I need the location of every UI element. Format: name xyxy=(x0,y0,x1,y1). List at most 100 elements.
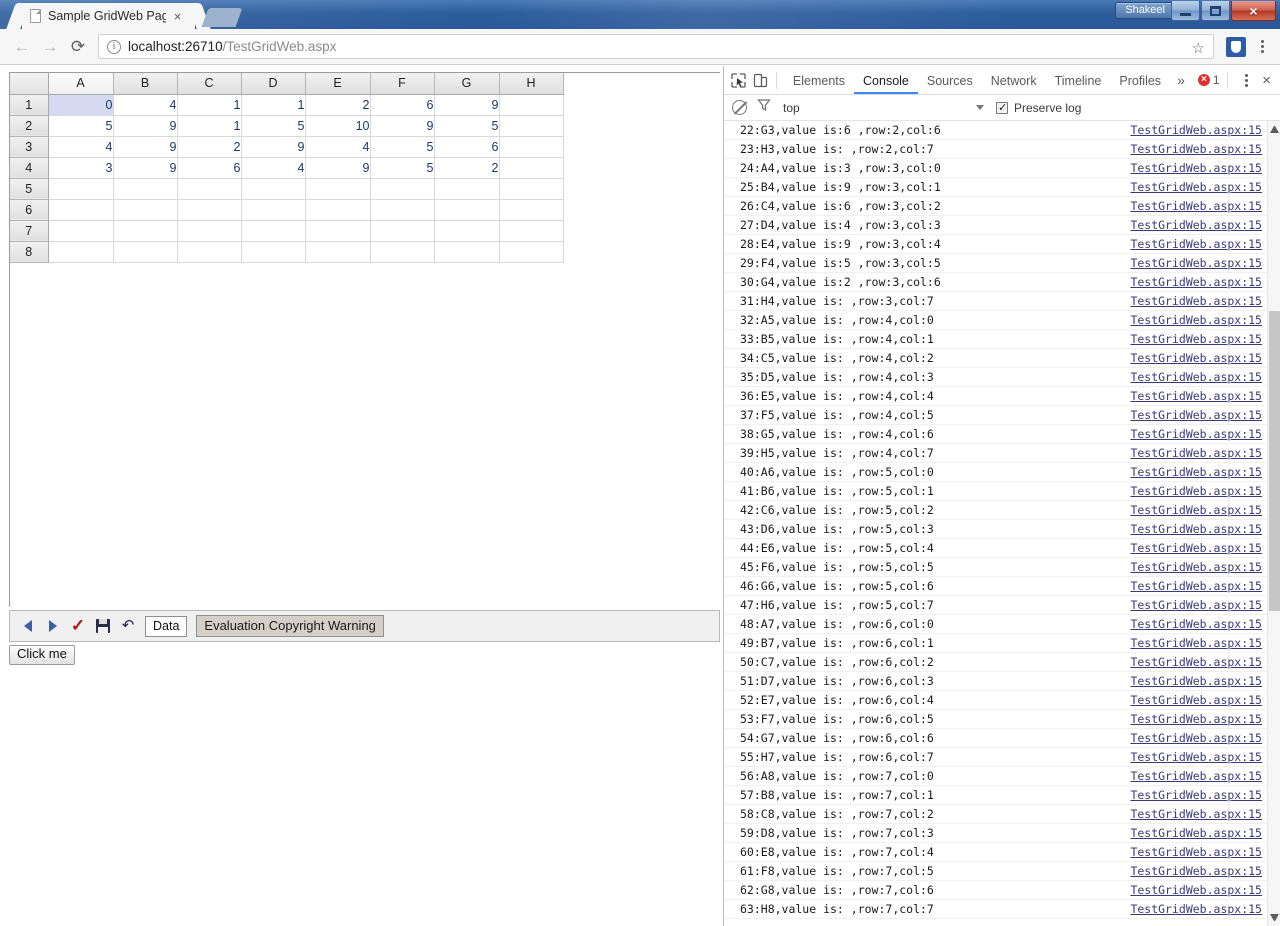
devtools-tab-sources[interactable]: Sources xyxy=(918,66,982,94)
console-log-entry[interactable]: 54:G7,value is: ,row:6,col:6 TestGridWeb.… xyxy=(724,729,1280,748)
log-source-link[interactable]: TestGridWeb.aspx:15 xyxy=(1130,463,1262,482)
back-button[interactable]: ← xyxy=(8,33,36,61)
log-source-link[interactable]: TestGridWeb.aspx:15 xyxy=(1130,900,1262,919)
cell-a2[interactable]: 5 xyxy=(48,115,114,137)
cell-h8[interactable] xyxy=(499,241,564,263)
log-source-link[interactable]: TestGridWeb.aspx:15 xyxy=(1130,349,1262,368)
cell-h2[interactable] xyxy=(499,115,564,137)
cell-d8[interactable] xyxy=(241,241,306,263)
console-log-entry[interactable]: 35:D5,value is: ,row:4,col:3 TestGridWeb.… xyxy=(724,368,1280,387)
cell-g5[interactable] xyxy=(434,178,500,200)
new-tab-button[interactable] xyxy=(201,8,243,27)
cell-h1[interactable] xyxy=(499,94,564,116)
column-header-d[interactable]: D xyxy=(241,73,306,95)
cell-c4[interactable]: 6 xyxy=(177,157,242,179)
log-source-link[interactable]: TestGridWeb.aspx:15 xyxy=(1130,159,1262,178)
log-source-link[interactable]: TestGridWeb.aspx:15 xyxy=(1130,843,1262,862)
cell-g6[interactable] xyxy=(434,199,500,221)
console-log-entry[interactable]: 34:C5,value is: ,row:4,col:2 TestGridWeb.… xyxy=(724,349,1280,368)
console-log-entry[interactable]: 45:F6,value is: ,row:5,col:5 TestGridWeb.… xyxy=(724,558,1280,577)
cell-a6[interactable] xyxy=(48,199,114,221)
cell-d6[interactable] xyxy=(241,199,306,221)
log-source-link[interactable]: TestGridWeb.aspx:15 xyxy=(1130,330,1262,349)
console-log-entry[interactable]: 53:F7,value is: ,row:6,col:5 TestGridWeb.… xyxy=(724,710,1280,729)
cell-b2[interactable]: 9 xyxy=(113,115,178,137)
cell-g3[interactable]: 6 xyxy=(434,136,500,158)
log-source-link[interactable]: TestGridWeb.aspx:15 xyxy=(1130,425,1262,444)
log-source-link[interactable]: TestGridWeb.aspx:15 xyxy=(1130,862,1262,881)
browser-tab[interactable]: Sample GridWeb Page × xyxy=(22,3,195,29)
cell-d1[interactable]: 1 xyxy=(241,94,306,116)
console-log-entry[interactable]: 41:B6,value is: ,row:5,col:1 TestGridWeb.… xyxy=(724,482,1280,501)
log-source-link[interactable]: TestGridWeb.aspx:15 xyxy=(1130,216,1262,235)
console-log-entry[interactable]: 30:G4,value is:2 ,row:3,col:6 TestGridWeb… xyxy=(724,273,1280,292)
column-header-c[interactable]: C xyxy=(177,73,242,95)
console-log-entry[interactable]: 52:E7,value is: ,row:6,col:4 TestGridWeb.… xyxy=(724,691,1280,710)
device-toolbar-icon[interactable] xyxy=(753,68,770,92)
log-source-link[interactable]: TestGridWeb.aspx:15 xyxy=(1130,273,1262,292)
log-source-link[interactable]: TestGridWeb.aspx:15 xyxy=(1130,501,1262,520)
console-log-entry[interactable]: 43:D6,value is: ,row:5,col:3 TestGridWeb.… xyxy=(724,520,1280,539)
minimize-button[interactable] xyxy=(1171,1,1200,21)
console-log-entry[interactable]: 46:G6,value is: ,row:5,col:6 TestGridWeb.… xyxy=(724,577,1280,596)
cell-e1[interactable]: 2 xyxy=(305,94,371,116)
console-log-entry[interactable]: 36:E5,value is: ,row:4,col:4 TestGridWeb.… xyxy=(724,387,1280,406)
log-source-link[interactable]: TestGridWeb.aspx:15 xyxy=(1130,121,1262,140)
log-source-link[interactable]: TestGridWeb.aspx:15 xyxy=(1130,311,1262,330)
log-source-link[interactable]: TestGridWeb.aspx:15 xyxy=(1130,634,1262,653)
log-source-link[interactable]: TestGridWeb.aspx:15 xyxy=(1130,520,1262,539)
row-header-5[interactable]: 5 xyxy=(10,178,49,200)
console-log-entry[interactable]: 51:D7,value is: ,row:6,col:3 TestGridWeb.… xyxy=(724,672,1280,691)
evaluation-copyright-warning-button[interactable]: Evaluation Copyright Warning xyxy=(196,615,384,637)
log-source-link[interactable]: TestGridWeb.aspx:15 xyxy=(1130,539,1262,558)
console-log-entry[interactable]: 22:G3,value is:6 ,row:2,col:6 TestGridWeb… xyxy=(724,121,1280,140)
cell-f6[interactable] xyxy=(370,199,435,221)
cell-b3[interactable]: 9 xyxy=(113,136,178,158)
preserve-log-checkbox[interactable] xyxy=(996,101,1008,114)
log-source-link[interactable]: TestGridWeb.aspx:15 xyxy=(1130,178,1262,197)
click-me-button[interactable]: Click me xyxy=(9,645,75,665)
close-window-button[interactable]: × xyxy=(1231,1,1276,21)
console-log-entry[interactable]: 25:B4,value is:9 ,row:3,col:1 TestGridWeb… xyxy=(724,178,1280,197)
cell-c3[interactable]: 2 xyxy=(177,136,242,158)
cell-h6[interactable] xyxy=(499,199,564,221)
cell-f5[interactable] xyxy=(370,178,435,200)
column-header-f[interactable]: F xyxy=(370,73,435,95)
cell-b7[interactable] xyxy=(113,220,178,242)
column-header-a[interactable]: A xyxy=(48,73,114,95)
clear-console-icon[interactable] xyxy=(732,100,747,115)
cell-g2[interactable]: 5 xyxy=(434,115,500,137)
devtools-tab-network[interactable]: Network xyxy=(982,66,1046,94)
log-source-link[interactable]: TestGridWeb.aspx:15 xyxy=(1130,444,1262,463)
cell-d7[interactable] xyxy=(241,220,306,242)
cell-b4[interactable]: 9 xyxy=(113,157,178,179)
error-count-badge[interactable]: × 1 xyxy=(1197,73,1220,87)
cell-b5[interactable] xyxy=(113,178,178,200)
filter-icon[interactable] xyxy=(757,98,771,117)
previous-sheet-button[interactable] xyxy=(20,617,36,635)
console-log-entry[interactable]: 59:D8,value is: ,row:7,col:3 TestGridWeb.… xyxy=(724,824,1280,843)
console-log-entry[interactable]: 31:H4,value is: ,row:3,col:7 TestGridWeb.… xyxy=(724,292,1280,311)
submit-button[interactable]: ✓ xyxy=(70,617,86,635)
close-devtools-icon[interactable]: × xyxy=(1253,72,1280,89)
console-log-entry[interactable]: 47:H6,value is: ,row:5,col:7 TestGridWeb.… xyxy=(724,596,1280,615)
cell-d3[interactable]: 9 xyxy=(241,136,306,158)
console-log-entry[interactable]: 32:A5,value is: ,row:4,col:0 TestGridWeb.… xyxy=(724,311,1280,330)
log-source-link[interactable]: TestGridWeb.aspx:15 xyxy=(1130,292,1262,311)
console-log-entry[interactable]: 48:A7,value is: ,row:6,col:0 TestGridWeb.… xyxy=(724,615,1280,634)
console-log-entry[interactable]: 62:G8,value is: ,row:7,col:6 TestGridWeb.… xyxy=(724,881,1280,900)
console-log-entry[interactable]: 29:F4,value is:5 ,row:3,col:5 TestGridWeb… xyxy=(724,254,1280,273)
console-log-entry[interactable]: 60:E8,value is: ,row:7,col:4 TestGridWeb.… xyxy=(724,843,1280,862)
cell-c2[interactable]: 1 xyxy=(177,115,242,137)
devtools-tab-profiles[interactable]: Profiles xyxy=(1110,66,1170,94)
log-source-link[interactable]: TestGridWeb.aspx:15 xyxy=(1130,691,1262,710)
user-profile-button[interactable]: Shakeel xyxy=(1115,2,1175,19)
row-header-8[interactable]: 8 xyxy=(10,241,49,263)
cell-a4[interactable]: 3 xyxy=(48,157,114,179)
cell-e5[interactable] xyxy=(305,178,371,200)
row-header-4[interactable]: 4 xyxy=(10,157,49,179)
column-header-h[interactable]: H xyxy=(499,73,564,95)
select-all-corner[interactable] xyxy=(10,73,49,95)
console-log-entry[interactable]: 49:B7,value is: ,row:6,col:1 TestGridWeb.… xyxy=(724,634,1280,653)
log-source-link[interactable]: TestGridWeb.aspx:15 xyxy=(1130,596,1262,615)
